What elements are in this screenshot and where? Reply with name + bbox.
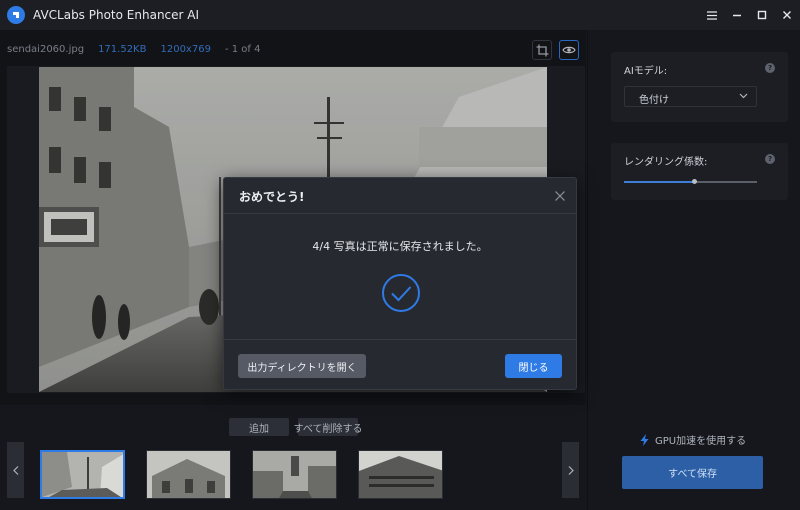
thumbnail-3[interactable] (252, 450, 337, 499)
ai-model-selected: 色付け (639, 95, 669, 106)
thumbnail-4[interactable] (358, 450, 443, 499)
success-check-icon (382, 274, 420, 312)
close-icon[interactable] (775, 0, 799, 30)
scroll-left-button[interactable] (7, 442, 24, 498)
dialog-title: おめでとう! (239, 190, 305, 204)
divider (224, 213, 576, 214)
gpu-acceleration-row[interactable]: GPU加速を使用する (640, 432, 746, 447)
add-button[interactable]: 追加 (229, 418, 289, 436)
save-complete-dialog: おめでとう! 4/4 写真は正常に保存されました。 出力ディレクトリを開く 閉じ… (223, 177, 577, 390)
open-output-directory-button[interactable]: 出力ディレクトリを開く (238, 354, 366, 378)
settings-panel: AIモデル: ? 色付け レンダリング係数: ? GPU加速を使用する すべて保… (587, 30, 800, 510)
gpu-acceleration-label: GPU加速を使用する (655, 436, 747, 447)
rendering-label: レンダリング係数: (624, 157, 708, 168)
maximize-icon[interactable] (750, 0, 774, 30)
slider-thumb[interactable] (692, 179, 698, 184)
dialog-message: 4/4 写真は正常に保存されました。 (312, 240, 488, 253)
chevron-right-icon (568, 465, 574, 475)
thumbnail-2[interactable] (146, 450, 231, 499)
ai-model-card: AIモデル: ? 色付け (611, 52, 788, 122)
rendering-card: レンダリング係数: ? (611, 143, 788, 200)
help-icon[interactable]: ? (765, 154, 775, 164)
window-controls (700, 0, 800, 30)
ai-model-label: AIモデル: (624, 66, 668, 77)
chevron-left-icon (12, 465, 18, 475)
help-icon[interactable]: ? (765, 63, 775, 73)
ai-model-select[interactable]: 色付け (624, 86, 757, 107)
lightning-icon (640, 433, 649, 446)
save-all-button[interactable]: すべて保存 (622, 456, 763, 489)
thumbnail-1[interactable] (40, 450, 125, 499)
minimize-icon[interactable] (725, 0, 749, 30)
thumbnail-strip: 追加 すべて削除する (0, 405, 586, 510)
clear-all-button[interactable]: すべて削除する (294, 418, 362, 436)
title-bar: AVCLabs Photo Enhancer AI (0, 0, 800, 30)
chevron-down-icon (739, 93, 748, 99)
divider (224, 339, 576, 340)
rendering-slider[interactable] (624, 179, 757, 184)
menu-icon[interactable] (700, 0, 724, 30)
avclabs-logo-icon (7, 6, 25, 24)
slider-fill (624, 181, 695, 183)
close-dialog-button[interactable]: 閉じる (505, 354, 562, 378)
app-title: AVCLabs Photo Enhancer AI (33, 8, 200, 22)
close-icon[interactable] (554, 190, 566, 202)
scroll-right-button[interactable] (562, 442, 579, 498)
